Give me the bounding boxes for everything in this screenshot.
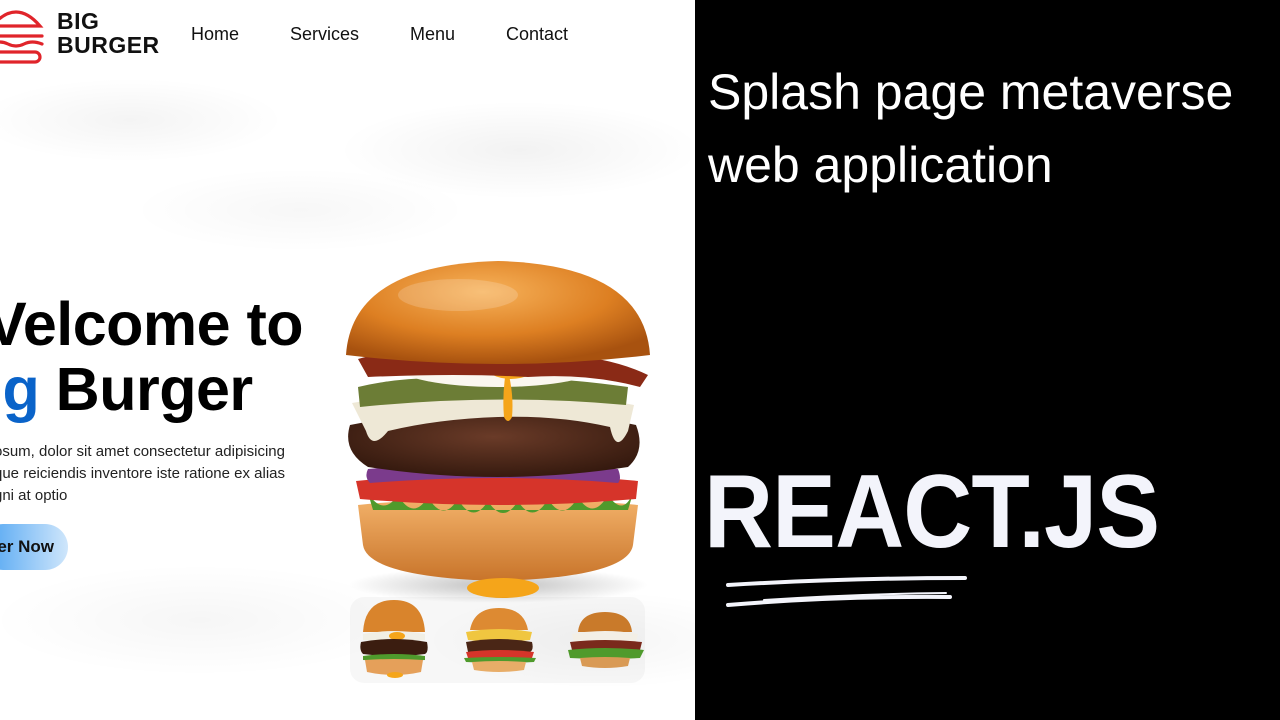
hero-heading: Velcome to ig Burger	[0, 290, 304, 422]
brush-underline-icon	[726, 576, 967, 607]
hero-heading-accent: ig	[0, 355, 40, 423]
hero-description-line: gni at optio	[0, 487, 68, 504]
nav-home[interactable]: Home	[191, 24, 239, 45]
burger-hero-image	[346, 261, 650, 603]
website-screenshot: BIG BURGER Home Services Menu Contact Ve…	[0, 0, 695, 720]
promo-title-line-2: web application	[708, 137, 1053, 193]
main-nav: Home Services Menu Contact	[0, 24, 695, 44]
promo-title-line-1: Splash page metaverse	[708, 64, 1234, 120]
burger-thumb-1[interactable]	[355, 598, 433, 678]
nav-services[interactable]: Services	[290, 24, 359, 45]
hero-heading-line-1: Velcome to	[0, 290, 304, 358]
nav-menu[interactable]: Menu	[410, 24, 455, 45]
hero-description: osum, dolor sit amet consectetur adipisi…	[0, 441, 314, 507]
promo-title: Splash page metaverse web application	[708, 56, 1268, 202]
hero-heading-rest: Burger	[39, 355, 254, 423]
hero-description-line: que reiciendis inventore iste ratione ex…	[0, 465, 285, 482]
hero-description-line: osum, dolor sit amet consectetur adipisi…	[0, 443, 285, 460]
order-now-button[interactable]: er Now	[0, 524, 68, 570]
burger-thumb-2[interactable]	[460, 598, 538, 678]
tech-label: REACT.JS	[704, 454, 1160, 570]
hero-heading-line-2: ig Burger	[0, 357, 303, 422]
burger-thumb-3[interactable]	[566, 598, 644, 678]
nav-contact[interactable]: Contact	[506, 24, 568, 45]
